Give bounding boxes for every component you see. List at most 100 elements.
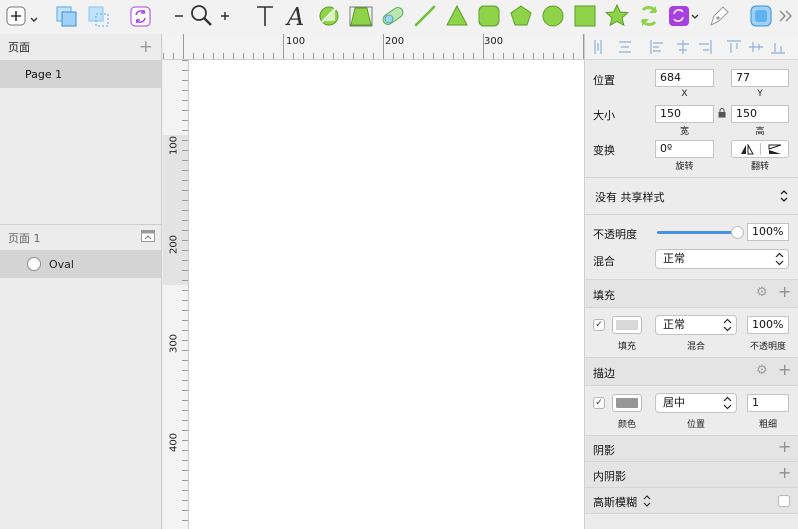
opacity-slider-knob[interactable] [731,226,744,239]
border-thickness-field[interactable]: 1 [747,394,789,412]
layer-label: Oval [49,257,74,271]
more-icon[interactable] [776,3,796,29]
y-field[interactable]: 77 [731,69,789,87]
appearance-section: 不透明度 100% 混合 正常 [585,214,798,279]
rounded-rect-icon[interactable] [476,3,502,29]
layer-row[interactable]: Oval [0,250,161,278]
group-icon[interactable] [54,3,80,29]
text-icon[interactable] [252,3,278,29]
inspector-footer [585,513,798,529]
h-ruler-label: 200 [385,36,405,47]
union-icon[interactable] [380,3,406,29]
insert-icon[interactable] [4,3,38,29]
blend-select-value: 正常 [663,252,685,265]
flip-vertical-icon[interactable] [768,144,782,158]
inner-shadow-title: 内阴影 [593,470,626,483]
collapse-artboards-icon[interactable] [141,230,155,245]
mask-icon[interactable] [316,3,342,29]
opacity-label: 不透明度 [593,228,637,241]
fill-title: 填充 [593,289,615,302]
v-ruler-label: 300 [168,333,180,354]
add-border-icon[interactable]: + [778,362,791,378]
shadow-header[interactable]: 阴影 + [585,435,798,461]
vector-pen-icon[interactable] [706,3,732,29]
opacity-slider[interactable] [657,226,744,239]
plugin-icon[interactable] [668,3,700,29]
select-chevron-icon [723,396,732,410]
shared-style-row[interactable]: 没有 共享样式 [585,177,798,214]
fill-opacity-field[interactable]: 100% [747,316,789,334]
border-row: ✓ 居中 1 颜色 位置 粗细 [585,385,798,435]
blend-label: 混合 [593,255,615,268]
width-field[interactable]: 150 [655,105,714,123]
position-label: 位置 [593,74,615,87]
oval-layer-icon [27,257,41,271]
blur-checkbox[interactable] [778,495,790,507]
scale-icon[interactable] [348,3,374,29]
border-position-value: 居中 [663,396,685,409]
alignment-bar [585,34,798,60]
line-icon[interactable] [412,3,438,29]
preview-icon[interactable] [748,3,774,29]
triangle-icon[interactable] [444,3,470,29]
rectangle-icon[interactable] [572,3,598,29]
ungroup-icon[interactable] [86,3,112,29]
position-caption: 位置 [686,420,705,430]
fill-gear-icon[interactable]: ⚙ [756,286,768,299]
blur-title: 高斯模糊 [593,496,637,509]
height-field[interactable]: 150 [731,105,789,123]
border-color-swatch[interactable] [612,394,642,412]
pentagon-icon[interactable] [508,3,534,29]
toolbar: A [0,0,798,34]
fill-caption: 填充 [617,342,636,352]
flip-caption: 翻转 [750,162,769,172]
pages-sidebar: 页面 + Page 1 页面 1 Oval [0,34,162,529]
inner-shadow-header[interactable]: 内阴影 + [585,461,798,487]
fill-blend-value: 正常 [663,318,685,331]
x-caption: X [681,89,688,99]
width-caption: 宽 [679,127,689,137]
oval-icon[interactable] [540,3,566,29]
add-shadow-icon[interactable]: + [778,439,791,455]
canvas[interactable] [189,60,584,529]
v-ruler-label: 100 [168,135,180,156]
vertical-ruler[interactable]: 100 200 300 400 [163,60,189,529]
fill-color-swatch[interactable] [612,316,642,334]
svg-text:A: A [285,3,304,29]
star-icon[interactable] [604,3,630,29]
rotation-field[interactable]: 0º [655,140,714,158]
zoom-in-icon[interactable] [218,3,232,29]
layers-title: 页面 1 [8,231,41,245]
page-list-item[interactable]: Page 1 [0,60,161,88]
typeface-icon[interactable]: A [284,3,310,29]
add-inner-shadow-icon[interactable]: + [778,465,791,481]
x-field[interactable]: 684 [655,69,714,87]
rotate-icon[interactable] [636,3,662,29]
page-item-label: Page 1 [25,67,63,81]
h-ruler-label: 300 [484,36,504,47]
flip-horizontal-icon[interactable] [740,143,754,158]
blur-header[interactable]: 高斯模糊 [585,487,798,513]
fill-checkbox[interactable]: ✓ [593,319,605,331]
size-label: 大小 [593,109,615,122]
border-gear-icon[interactable]: ⚙ [756,364,768,377]
lock-icon[interactable] [718,108,726,121]
horizontal-ruler[interactable]: 100 200 300 [163,34,584,60]
fill-blend-select[interactable]: 正常 [655,315,737,335]
zoom-out-icon[interactable] [172,3,186,29]
add-fill-icon[interactable]: + [778,284,791,300]
add-page-icon[interactable]: + [139,38,153,56]
shadow-title: 阴影 [593,444,615,457]
border-title: 描边 [593,367,615,380]
border-checkbox[interactable]: ✓ [593,397,605,409]
blend-caption: 混合 [686,342,705,352]
border-position-select[interactable]: 居中 [655,393,737,413]
fill-row: ✓ 正常 100% 填充 混合 不透明度 [585,307,798,357]
thickness-caption: 粗细 [758,420,777,430]
zoom-icon[interactable] [188,3,216,29]
shared-style-chevron-icon [779,189,789,206]
blur-type-chevron-icon[interactable] [643,495,651,510]
blend-select[interactable]: 正常 [655,249,789,269]
opacity-field[interactable]: 100% [747,223,789,241]
create-symbol-icon[interactable] [128,3,154,29]
